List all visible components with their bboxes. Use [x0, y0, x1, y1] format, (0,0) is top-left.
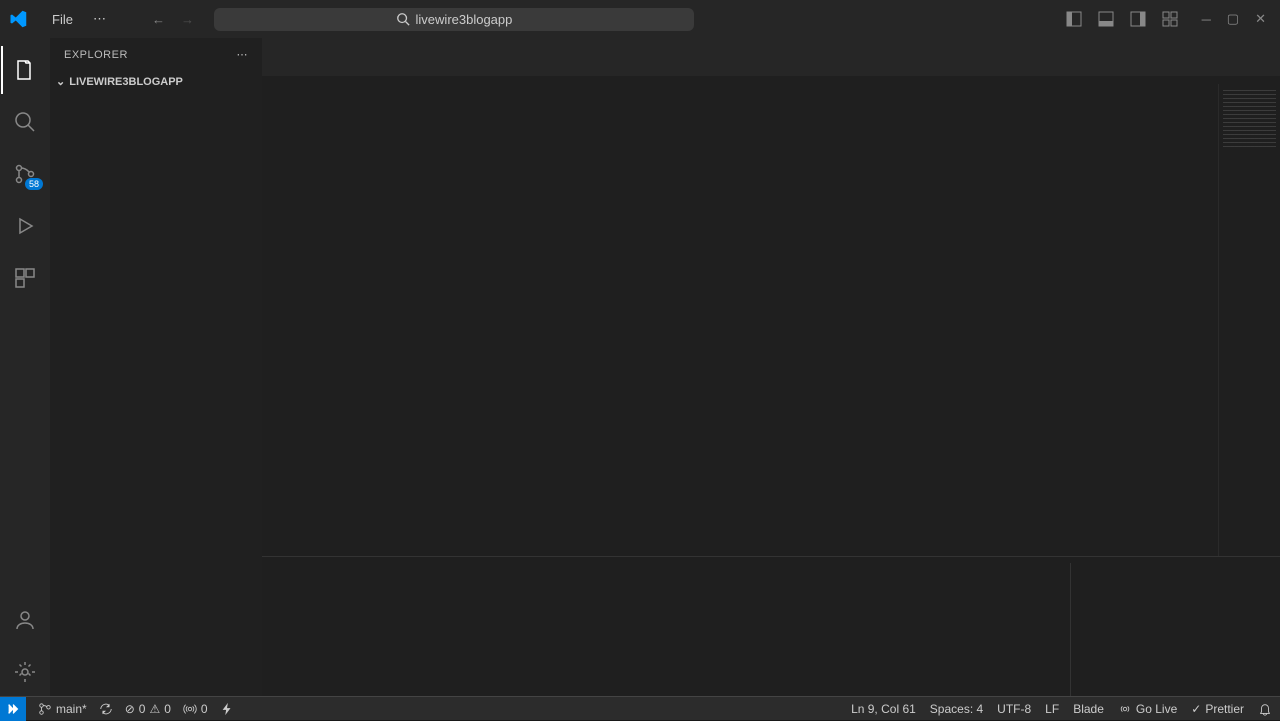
encoding-indicator[interactable]: UTF-8 — [997, 702, 1031, 716]
notifications-icon[interactable] — [1258, 702, 1272, 716]
sidebar-title: EXPLORER — [64, 49, 128, 61]
terminal-list — [1070, 563, 1280, 696]
activity-explorer-icon[interactable] — [1, 46, 49, 94]
editor-area — [262, 38, 1280, 696]
remote-indicator[interactable] — [0, 697, 26, 721]
ports-indicator[interactable]: 0 — [183, 702, 208, 716]
layout-secondary-icon[interactable] — [1124, 5, 1152, 33]
branch-indicator[interactable]: main* — [38, 702, 87, 716]
prettier-button[interactable]: ✓Prettier — [1191, 702, 1244, 716]
search-icon — [396, 12, 410, 26]
go-live-button[interactable]: Go Live — [1118, 702, 1177, 716]
branch-name: main* — [56, 702, 87, 716]
editor-tabs — [262, 38, 1280, 76]
project-name: LIVEWIRE3BLOGAPP — [69, 76, 183, 88]
cursor-position[interactable]: Ln 9, Col 61 — [851, 702, 916, 716]
language-indicator[interactable]: Blade — [1073, 702, 1104, 716]
activity-settings-icon[interactable] — [1, 648, 49, 696]
nav-forward-icon[interactable]: → — [177, 8, 198, 31]
spaces-indicator[interactable]: Spaces: 4 — [930, 702, 983, 716]
nav-back-icon[interactable]: ← — [148, 8, 169, 31]
activity-account-icon[interactable] — [1, 596, 49, 644]
bottom-panel — [262, 556, 1280, 696]
menu-file[interactable]: File — [44, 8, 81, 31]
activity-search-icon[interactable] — [1, 98, 49, 146]
menu-overflow[interactable]: ⋯ — [85, 7, 114, 31]
activity-extensions-icon[interactable] — [1, 254, 49, 302]
vscode-logo-icon — [8, 9, 28, 29]
code-editor[interactable] — [318, 84, 1218, 556]
project-header[interactable]: ⌄ LIVEWIRE3BLOGAPP — [50, 71, 262, 92]
scm-badge: 58 — [25, 178, 43, 190]
file-tree — [50, 92, 262, 696]
close-button[interactable]: ✕ — [1249, 5, 1272, 33]
command-center-text: livewire3blogapp — [416, 12, 513, 27]
maximize-button[interactable]: ▢ — [1221, 5, 1245, 33]
title-bar: File ⋯ ← → livewire3blogapp ─ ▢ ✕ — [0, 0, 1280, 38]
terminal-output[interactable] — [262, 563, 1070, 696]
command-center[interactable]: livewire3blogapp — [214, 8, 694, 31]
minimize-button[interactable]: ─ — [1196, 6, 1217, 33]
breadcrumbs[interactable] — [262, 76, 1280, 84]
sync-indicator[interactable] — [99, 702, 113, 716]
minimap[interactable] — [1218, 84, 1280, 556]
sidebar: EXPLORER ⋯ ⌄ LIVEWIRE3BLOGAPP — [50, 38, 262, 696]
line-gutter — [262, 84, 318, 556]
sidebar-more-icon[interactable]: ⋯ — [237, 48, 249, 61]
action-indicator[interactable] — [220, 702, 234, 716]
activity-scm-icon[interactable]: 58 — [1, 150, 49, 198]
layout-panel-icon[interactable] — [1092, 5, 1120, 33]
problems-indicator[interactable]: ⊘0 ⚠0 — [125, 702, 171, 716]
activity-debug-icon[interactable] — [1, 202, 49, 250]
layout-primary-icon[interactable] — [1060, 5, 1088, 33]
activity-bar: 58 — [0, 38, 50, 696]
layout-customize-icon[interactable] — [1156, 5, 1184, 33]
eol-indicator[interactable]: LF — [1045, 702, 1059, 716]
status-bar: main* ⊘0 ⚠0 0 Ln 9, Col 61 Spaces: 4 UTF… — [0, 696, 1280, 720]
